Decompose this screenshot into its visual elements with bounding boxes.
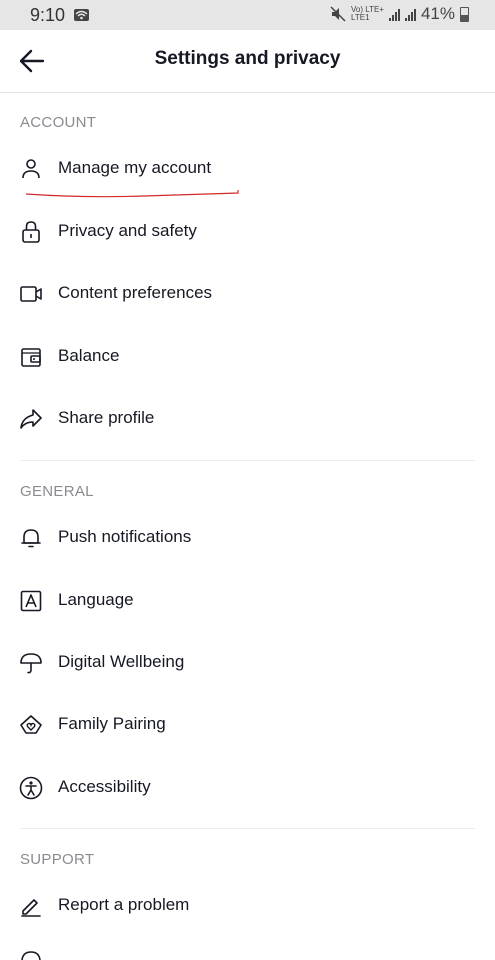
menu-item-family-pairing[interactable]: Family Pairing — [0, 700, 495, 750]
page-title: Settings and privacy — [154, 48, 341, 69]
signal-icon — [388, 7, 400, 21]
menu-item-balance[interactable]: Balance — [0, 332, 495, 382]
menu-item-label: Family Pairing — [58, 714, 166, 733]
wifi-icon — [74, 9, 89, 21]
section-divider — [20, 828, 475, 829]
menu-item-label: Digital Wellbeing — [58, 652, 185, 671]
menu-item-privacy-safety[interactable]: Privacy and safety — [0, 207, 495, 257]
section-header-support: SUPPORT — [20, 851, 95, 868]
mute-icon — [330, 6, 346, 22]
menu-item-content-preferences[interactable]: Content preferences — [0, 269, 495, 319]
menu-item-label: Content preferences — [58, 283, 213, 302]
partial-help-icon — [21, 951, 41, 960]
bell-icon — [21, 529, 41, 548]
menu-item-push-notifications[interactable]: Push notifications — [0, 513, 495, 563]
menu-item-language[interactable]: Language — [0, 576, 495, 626]
menu-item-label: Language — [58, 590, 134, 609]
share-icon — [20, 409, 42, 429]
red-underline-annotation — [25, 190, 239, 198]
battery-percent: 41% — [420, 4, 455, 23]
section-header-general: GENERAL — [20, 483, 94, 500]
menu-item-label: Share profile — [58, 408, 155, 427]
section-divider — [20, 460, 475, 461]
menu-item-share-profile[interactable]: Share profile — [0, 394, 495, 444]
family-house-icon — [20, 715, 42, 734]
pencil-icon — [21, 899, 41, 917]
accessibility-icon — [19, 776, 43, 800]
battery-icon — [460, 6, 469, 22]
wallet-icon — [21, 348, 41, 367]
lock-icon — [22, 221, 40, 243]
menu-item-label: Report a problem — [58, 895, 190, 914]
language-icon — [20, 590, 42, 612]
video-icon — [20, 286, 42, 302]
network-label: Vo) LTE+ LTE1 — [350, 5, 384, 22]
person-icon — [22, 159, 40, 179]
status-icons: Vo) LTE+ LTE1 41% — [330, 4, 469, 24]
menu-item-label: Accessibility — [58, 777, 151, 796]
umbrella-icon — [20, 653, 42, 674]
section-header-account: ACCOUNT — [20, 114, 97, 131]
menu-item-accessibility[interactable]: Accessibility — [0, 763, 495, 813]
menu-item-digital-wellbeing[interactable]: Digital Wellbeing — [0, 638, 495, 688]
menu-item-label: Balance — [58, 346, 120, 365]
menu-item-label: Push notifications — [58, 527, 192, 546]
menu-item-manage-account[interactable]: Manage my account — [0, 144, 495, 194]
signal-icon-2 — [404, 7, 416, 21]
menu-item-report-problem[interactable]: Report a problem — [0, 881, 495, 931]
status-time: 9:10 — [30, 5, 66, 25]
header: Settings and privacy — [0, 30, 495, 93]
menu-item-label: Privacy and safety — [58, 221, 197, 240]
menu-item-label: Manage my account — [58, 158, 212, 177]
status-bar: 9:10 Vo) LTE+ LTE1 41% — [0, 0, 495, 30]
